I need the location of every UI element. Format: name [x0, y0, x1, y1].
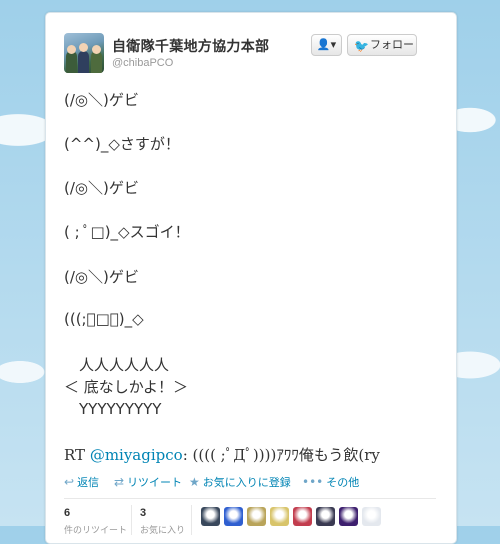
- user-icon: 👤▾: [316, 39, 337, 51]
- tweet-line: (^^)_◇さすが！: [64, 135, 180, 153]
- avatar-figure: [66, 51, 77, 73]
- avatar[interactable]: [64, 33, 104, 73]
- favoriter-avatar[interactable]: [316, 507, 335, 526]
- retweet-stat[interactable]: 6 件のリツイート: [64, 503, 127, 536]
- divider: [64, 498, 436, 499]
- rt-text: : (((( ;ﾟДﾟ))))ｱﾜﾜ俺もう飲(ry: [182, 446, 380, 464]
- tweet-line: (((;ﾟ□ﾟ)_◇: [64, 310, 144, 328]
- favoriter-avatar[interactable]: [224, 507, 243, 526]
- reply-icon: ↩: [64, 475, 75, 489]
- follow-label: フォロー: [370, 38, 414, 51]
- stat-separator: [191, 505, 192, 535]
- avatar-figure: [78, 51, 89, 73]
- tweet-line: (/◎＼)ゲビ: [64, 91, 139, 109]
- screen-name[interactable]: @chibaPCO: [112, 57, 173, 69]
- tweet-line: YYYYYYYYY: [64, 400, 162, 418]
- stat-separator: [131, 505, 132, 535]
- favorite-stat[interactable]: 3 お気に入り: [140, 503, 185, 536]
- favorite-count-label: お気に入り: [140, 526, 186, 536]
- favoriter-avatar[interactable]: [201, 507, 220, 526]
- favorite-label: お気に入りに登録: [202, 476, 291, 489]
- retweet-count-label: 件のリツイート: [64, 526, 128, 536]
- retweet-label: リツイート: [127, 476, 183, 489]
- retweet-line: RT @miyagipco: (((( ;ﾟДﾟ))))ｱﾜﾜ俺もう飲(ry: [64, 444, 380, 465]
- retweet-action[interactable]: ⇄ リツイート: [114, 474, 182, 490]
- follow-button[interactable]: 🐦 フォロー: [347, 34, 417, 56]
- avatar-figure: [91, 51, 102, 73]
- mention-link[interactable]: @miyagipco: [90, 446, 183, 464]
- favoriter-avatar[interactable]: [270, 507, 289, 526]
- retweet-icon: ⇄: [114, 475, 125, 489]
- reply-label: 返信: [77, 476, 100, 489]
- tweet-line: (/◎＼)ゲビ: [64, 179, 139, 197]
- favorite-action[interactable]: ★ お気に入りに登録: [189, 474, 291, 490]
- tweet-line: ( ; ﾟ□)_◇スゴイ！: [64, 223, 190, 241]
- favoriter-avatar[interactable]: [362, 507, 381, 526]
- more-action[interactable]: ••• その他: [302, 474, 359, 490]
- more-label: その他: [326, 476, 360, 489]
- favoriter-avatar[interactable]: [247, 507, 266, 526]
- reply-action[interactable]: ↩ 返信: [64, 474, 99, 490]
- favoriter-avatar[interactable]: [339, 507, 358, 526]
- tweet-card: 自衛隊千葉地方協力本部 @chibaPCO 👤▾ 🐦 フォロー (/◎＼)ゲビ …: [45, 12, 457, 544]
- more-icon: •••: [302, 475, 324, 489]
- favorite-count: 3: [140, 507, 147, 519]
- favoriter-avatar[interactable]: [293, 507, 312, 526]
- tweet-line: ＜ 底なしかよ！＞: [64, 378, 189, 396]
- display-name[interactable]: 自衛隊千葉地方協力本部: [112, 36, 269, 56]
- rt-prefix: RT: [64, 446, 90, 464]
- avatar-face: [79, 43, 88, 52]
- star-icon: ★: [189, 475, 200, 489]
- retweet-count: 6: [64, 507, 71, 519]
- tweet-line: 人人人人人人: [64, 356, 170, 374]
- tweet-line: (/◎＼)ゲビ: [64, 268, 139, 286]
- twitter-bird-icon: 🐦: [354, 39, 369, 53]
- avatar-face: [67, 45, 76, 54]
- avatar-face: [92, 45, 101, 54]
- user-actions-button[interactable]: 👤▾: [311, 34, 342, 56]
